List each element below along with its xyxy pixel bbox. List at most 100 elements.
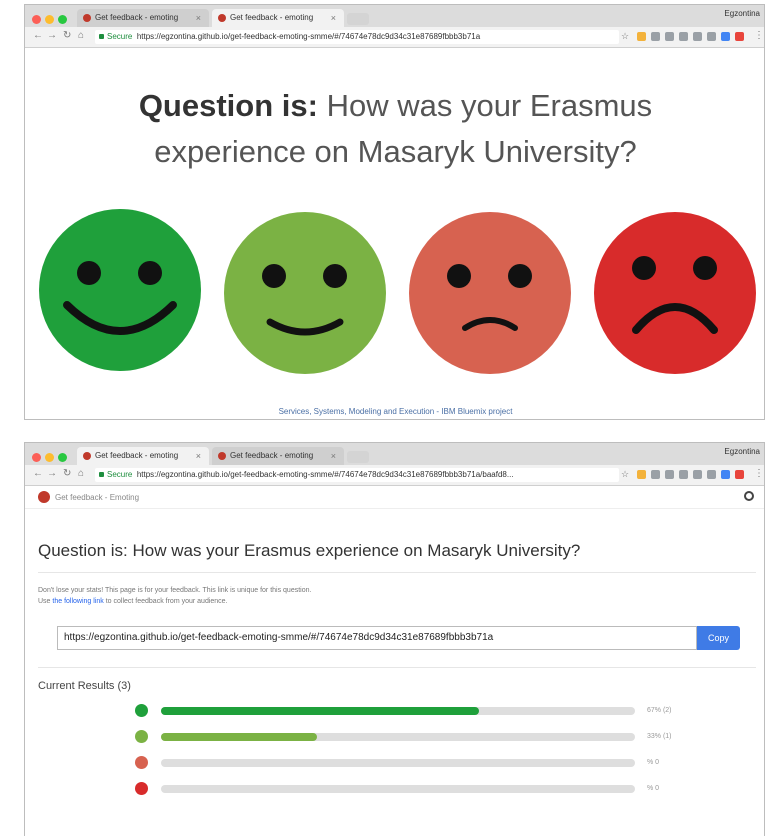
extension-icon[interactable]: [665, 32, 674, 41]
minimize-window-button[interactable]: [45, 453, 54, 462]
question-heading: Question is: How was your Erasmus experi…: [38, 541, 581, 560]
info-line-1: Don't lose your stats! This page is for …: [38, 587, 312, 594]
happy-face-icon[interactable]: [224, 212, 386, 374]
close-window-button[interactable]: [32, 453, 41, 462]
browser-window-results: Get feedback - emoting × Get feedback - …: [24, 442, 765, 836]
favicon-icon: [218, 452, 226, 460]
back-icon[interactable]: ←: [33, 468, 43, 479]
profile-name[interactable]: Egzontina: [724, 447, 760, 456]
browser-window-voting: Get feedback - emoting × Get feedback - …: [24, 4, 765, 420]
close-tab-icon[interactable]: ×: [331, 447, 336, 465]
secure-label: Secure: [107, 470, 133, 479]
extension-icon[interactable]: [637, 32, 646, 41]
tab-2[interactable]: Get feedback - emoting ×: [212, 447, 344, 465]
extension-icon[interactable]: [679, 470, 688, 479]
tab-bar: Get feedback - emoting × Get feedback - …: [25, 5, 764, 27]
result-bar-track: [161, 707, 635, 715]
url-field[interactable]: Secure https://egzontina.github.io/get-f…: [95, 468, 619, 482]
question-line-2: experience on Masaryk University?: [154, 134, 637, 169]
maximize-window-button[interactable]: [58, 15, 67, 24]
reload-icon[interactable]: ↻: [63, 30, 71, 41]
close-window-button[interactable]: [32, 15, 41, 24]
forward-icon[interactable]: →: [47, 30, 57, 41]
extension-icon[interactable]: [637, 470, 646, 479]
extension-icon[interactable]: [679, 32, 688, 41]
very-sad-face-icon[interactable]: [594, 212, 756, 374]
extension-icon[interactable]: [735, 32, 744, 41]
lock-icon: [99, 34, 104, 39]
close-tab-icon[interactable]: ×: [331, 9, 336, 27]
share-link-input[interactable]: https://egzontina.github.io/get-feedback…: [57, 626, 697, 650]
address-bar: ← → ↻ ⌂ Secure https://egzontina.github.…: [25, 27, 764, 48]
result-bar-track: [161, 733, 635, 741]
extension-icon[interactable]: [721, 470, 730, 479]
extension-icon[interactable]: [665, 470, 674, 479]
very-happy-face-icon[interactable]: [39, 209, 201, 371]
result-row-sad: % 0: [25, 754, 764, 772]
reload-icon[interactable]: ↻: [63, 468, 71, 479]
url-field[interactable]: Secure https://egzontina.github.io/get-f…: [95, 30, 619, 44]
extension-icon[interactable]: [693, 32, 702, 41]
bookmark-star-icon[interactable]: ☆: [621, 469, 629, 480]
tab-2[interactable]: Get feedback - emoting ×: [212, 9, 344, 27]
menu-icon[interactable]: ⋮: [754, 468, 764, 479]
sad-face-icon[interactable]: [409, 212, 571, 374]
app-name[interactable]: Get feedback - Emoting: [55, 493, 139, 502]
close-tab-icon[interactable]: ×: [196, 9, 201, 27]
extension-icon[interactable]: [707, 32, 716, 41]
minimize-window-button[interactable]: [45, 15, 54, 24]
profile-name[interactable]: Egzontina: [724, 9, 760, 18]
new-tab-button[interactable]: [347, 451, 369, 463]
tab-1[interactable]: Get feedback - emoting ×: [77, 9, 209, 27]
home-icon[interactable]: ⌂: [78, 468, 84, 479]
app-navbar: Get feedback - Emoting: [25, 486, 764, 509]
home-icon[interactable]: ⌂: [78, 30, 84, 41]
result-bar-track: [161, 759, 635, 767]
favicon-icon: [218, 14, 226, 22]
extension-icon[interactable]: [693, 470, 702, 479]
footer-text: Services, Systems, Modeling and Executio…: [278, 407, 513, 416]
extension-icon[interactable]: [707, 470, 716, 479]
result-bar-fill: [161, 733, 318, 741]
close-tab-icon[interactable]: ×: [196, 447, 201, 465]
secure-label: Secure: [107, 32, 133, 41]
favicon-icon: [83, 452, 91, 460]
sad-face-icon: [135, 756, 148, 769]
menu-icon[interactable]: ⋮: [754, 30, 764, 41]
forward-icon[interactable]: →: [47, 468, 57, 479]
url-text: https://egzontina.github.io/get-feedback…: [136, 32, 481, 41]
result-bar-fill: [161, 707, 479, 715]
very-happy-face-icon: [135, 704, 148, 717]
favicon-icon: [83, 14, 91, 22]
address-bar: ← → ↻ ⌂ Secure https://egzontina.github.…: [25, 465, 764, 486]
very-sad-face-icon: [135, 782, 148, 795]
result-row-very-happy: 67% (2): [25, 702, 764, 720]
result-row-happy: 33% (1): [25, 728, 764, 746]
extension-icon[interactable]: [721, 32, 730, 41]
new-tab-button[interactable]: [347, 13, 369, 25]
tab-label: Get feedback - emoting: [95, 13, 179, 22]
url-text: https://egzontina.github.io/get-feedback…: [136, 470, 514, 479]
result-bar-track: [161, 785, 635, 793]
result-percent: 33% (1): [647, 733, 672, 740]
tab-1[interactable]: Get feedback - emoting ×: [77, 447, 209, 465]
extension-icon[interactable]: [651, 470, 660, 479]
results-title: Current Results (3): [38, 680, 131, 692]
tab-label: Get feedback - emoting: [230, 451, 314, 460]
question-heading: Question is: How was your Erasmus experi…: [25, 83, 764, 175]
tab-label: Get feedback - emoting: [95, 451, 179, 460]
result-row-very-sad: % 0: [25, 780, 764, 798]
back-icon[interactable]: ←: [33, 30, 43, 41]
question-prefix: Question is:: [138, 88, 318, 123]
tab-bar: Get feedback - emoting × Get feedback - …: [25, 443, 764, 465]
following-link[interactable]: the following link: [52, 598, 103, 605]
app-logo-icon[interactable]: [38, 491, 50, 503]
divider: [38, 572, 756, 573]
copy-button[interactable]: Copy: [697, 626, 740, 650]
bookmark-star-icon[interactable]: ☆: [621, 31, 629, 42]
tab-label: Get feedback - emoting: [230, 13, 314, 22]
extension-icon[interactable]: [651, 32, 660, 41]
extension-icon[interactable]: [735, 470, 744, 479]
maximize-window-button[interactable]: [58, 453, 67, 462]
github-icon[interactable]: [744, 491, 754, 501]
